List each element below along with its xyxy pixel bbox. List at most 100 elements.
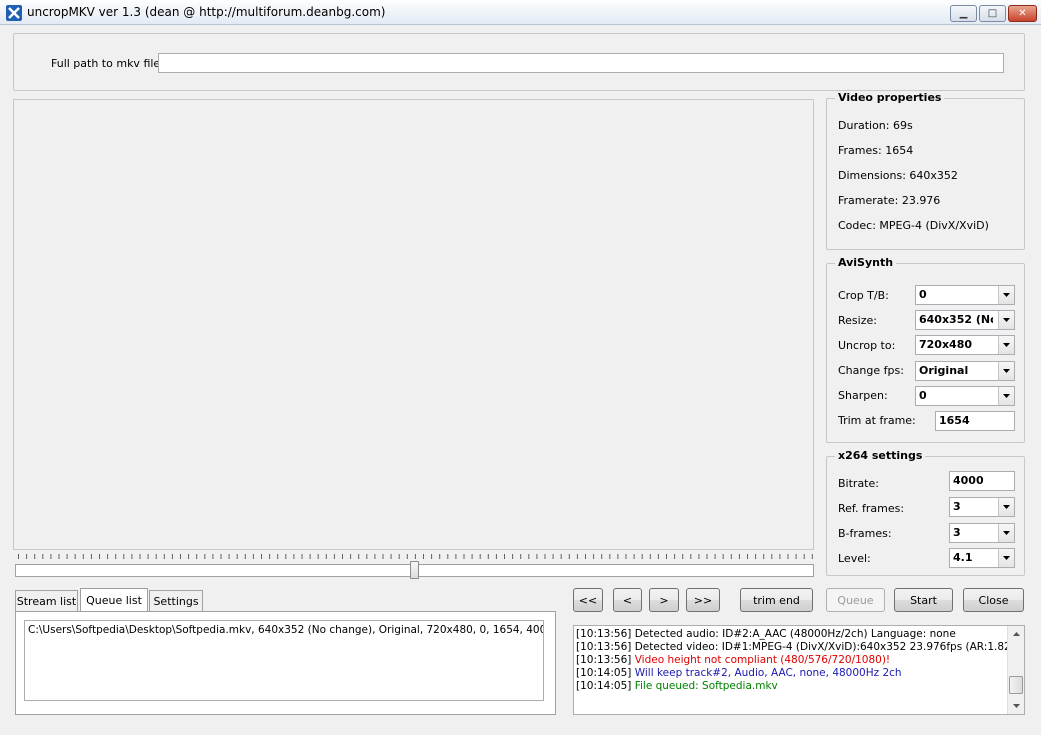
slider-tick [544,554,546,559]
fps-label: Change fps: [838,364,904,377]
framerate-label: Framerate: 23.976 [838,194,941,207]
resize-label: Resize: [838,314,877,327]
minimize-icon: ▁ [959,8,968,19]
log-message: File queued: Softpedia.mkv [634,680,778,692]
slider-tick [552,554,554,559]
queue-button[interactable]: Queue [826,588,885,612]
slider-tick [139,554,141,559]
slider-tick [763,554,765,559]
slider-tick [576,554,578,559]
slider-tick [269,554,271,559]
trim-label: Trim at frame: [838,414,916,427]
tab-queue-list[interactable]: Queue list [80,588,148,612]
sharpen-select[interactable]: 0 [915,386,1015,406]
frame-slider-thumb[interactable] [410,561,419,579]
tab-stream-list[interactable]: Stream list [15,590,78,612]
slider-tick [706,554,708,559]
level-select[interactable]: 4.1 [949,548,1015,568]
last-frame-button[interactable]: >> [686,588,720,612]
slider-tick [228,554,230,559]
tab-settings[interactable]: Settings [149,590,203,612]
log-message: Detected audio: ID#2:A_AAC (48000Hz/2ch)… [634,628,956,640]
avisynth-title: AviSynth [835,256,897,269]
list-item[interactable]: C:\Users\Softpedia\Desktop\Softpedia.mkv… [25,621,543,640]
slider-tick [123,554,125,559]
slider-tick [787,554,789,559]
slider-tick [285,554,287,559]
slider-tick [617,554,619,559]
maximize-button[interactable]: □ [979,5,1006,22]
minimize-button[interactable]: ▁ [950,5,977,22]
slider-tick [131,554,133,559]
log-box[interactable]: [10:13:56] Detected audio: ID#2:A_AAC (4… [573,625,1025,715]
next-frame-button[interactable]: > [649,588,679,612]
slider-tick [66,554,68,559]
bframes-label: B-frames: [838,527,892,540]
path-label: Full path to mkv file: [51,57,164,70]
slider-tick [585,554,586,559]
close-icon: ✕ [1018,8,1027,19]
slider-tick [155,554,157,559]
log-line: [10:13:56] Video height not compliant (4… [576,654,1006,667]
scroll-down-icon[interactable] [1008,698,1024,714]
fps-select[interactable]: Original [915,361,1015,381]
slider-tick [390,554,392,559]
scroll-up-icon[interactable] [1008,626,1024,642]
maximize-icon: □ [987,8,998,19]
window-title: uncropMKV ver 1.3 (dean @ http://multifo… [27,5,386,19]
slider-tick [342,554,343,559]
slider-tick [171,554,173,559]
bitrate-label: Bitrate: [838,477,879,490]
scroll-thumb[interactable] [1009,676,1023,694]
chevron-down-icon [998,524,1014,542]
sharpen-label: Sharpen: [838,389,888,402]
slider-tick [455,554,457,559]
prev-frame-button[interactable]: < [613,588,642,612]
slider-tick [738,554,740,559]
frames-label: Frames: 1654 [838,144,914,157]
slider-tick [568,554,570,559]
slider-tick [18,554,19,559]
slider-tick [99,554,100,559]
slider-tick [398,554,400,559]
slider-tick [528,554,530,559]
trim-frame-input[interactable]: 1654 [935,411,1015,431]
log-scrollbar[interactable] [1007,626,1024,714]
trim-end-button[interactable]: trim end [740,588,813,612]
bitrate-input[interactable]: 4000 [949,471,1015,491]
log-line: [10:13:56] Detected video: ID#1:MPEG-4 (… [576,641,1015,654]
queue-listbox[interactable]: C:\Users\Softpedia\Desktop\Softpedia.mkv… [24,620,544,701]
bframes-select[interactable]: 3 [949,523,1015,543]
close-button[interactable]: Close [963,588,1024,612]
slider-tick [755,554,757,559]
slider-tick [188,554,190,559]
codec-label: Codec: MPEG-4 (DivX/XviD) [838,219,989,232]
mkv-path-input[interactable] [158,53,1004,73]
log-time: [10:13:56] [576,654,635,666]
slider-tick [471,554,473,559]
dimensions-label: Dimensions: 640x352 [838,169,958,182]
first-frame-button[interactable]: << [573,588,603,612]
uncrop-select[interactable]: 720x480 [915,335,1015,355]
slider-tick [107,554,109,559]
crop-label: Crop T/B: [838,289,889,302]
slider-tick [317,554,319,559]
slider-tick [593,554,595,559]
slider-tick [26,554,28,559]
start-button[interactable]: Start [894,588,953,612]
slider-tick [560,554,562,559]
slider-tick [204,554,206,559]
resize-select[interactable]: 640x352 (No c [915,310,1015,330]
slider-tick [42,554,44,559]
slider-tick [236,554,238,559]
slider-tick [58,554,60,559]
close-window-button[interactable]: ✕ [1008,5,1037,22]
slider-tick [277,554,279,559]
slider-tick [50,554,52,559]
slider-tick [431,554,433,559]
ref-frames-select[interactable]: 3 [949,497,1015,517]
slider-tick [714,554,716,559]
chevron-down-icon [998,549,1014,567]
crop-select[interactable]: 0 [915,285,1015,305]
slider-tick [439,554,441,559]
